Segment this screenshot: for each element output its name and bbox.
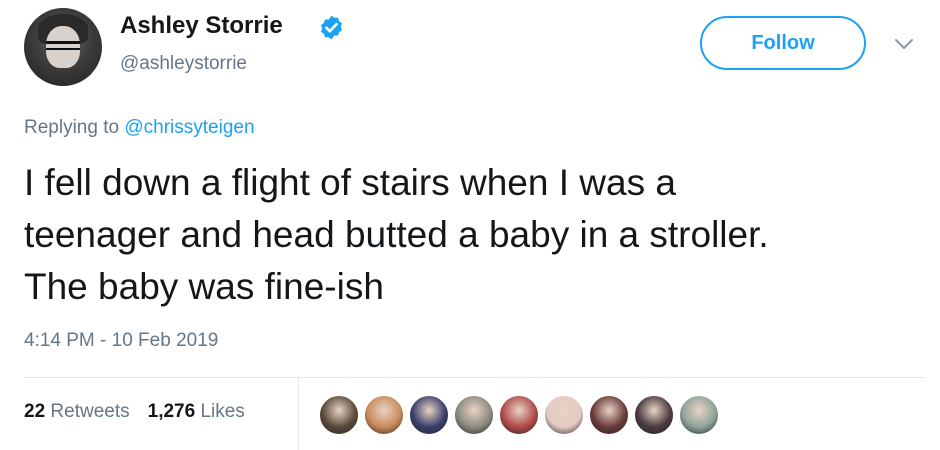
tweet-text-line: The baby was fine-ish bbox=[24, 266, 384, 307]
likes-label: Likes bbox=[200, 401, 245, 422]
timestamp[interactable]: 4:14 PM - 10 Feb 2019 bbox=[24, 330, 218, 352]
chevron-down-icon[interactable] bbox=[893, 34, 915, 54]
liker-avatar[interactable] bbox=[498, 394, 540, 436]
stats-separator bbox=[298, 378, 299, 450]
liker-avatar[interactable] bbox=[678, 394, 720, 436]
avatar-glasses bbox=[46, 41, 80, 50]
user-display-name[interactable]: Ashley Storrie bbox=[120, 12, 283, 40]
tweet-card: Ashley Storrie @ashleystorrie Follow Rep… bbox=[0, 0, 940, 450]
avatar[interactable] bbox=[24, 8, 102, 86]
liker-avatar[interactable] bbox=[318, 394, 360, 436]
liker-avatar[interactable] bbox=[408, 394, 450, 436]
tweet-stats: 22 Retweets 1,276 Likes bbox=[24, 401, 263, 423]
retweets-stat[interactable]: 22 Retweets bbox=[24, 401, 130, 422]
tweet-text: I fell down a flight of stairs when I wa… bbox=[24, 157, 924, 313]
retweets-count: 22 bbox=[24, 401, 46, 422]
likes-count: 1,276 bbox=[147, 401, 196, 422]
reply-context: Replying to @chrissyteigen bbox=[24, 117, 255, 139]
liker-avatar[interactable] bbox=[363, 394, 405, 436]
tweet-text-line: I fell down a flight of stairs when I wa… bbox=[24, 162, 676, 203]
retweets-label: Retweets bbox=[50, 401, 130, 422]
liker-avatar[interactable] bbox=[453, 394, 495, 436]
liker-avatar[interactable] bbox=[543, 394, 585, 436]
verified-badge-icon bbox=[321, 15, 342, 40]
liker-avatar[interactable] bbox=[633, 394, 675, 436]
reply-to-link[interactable]: @chrissyteigen bbox=[124, 117, 254, 138]
likes-stat[interactable]: 1,276 Likes bbox=[148, 401, 245, 422]
divider bbox=[24, 377, 924, 378]
user-handle[interactable]: @ashleystorrie bbox=[120, 53, 247, 75]
liker-avatar[interactable] bbox=[588, 394, 630, 436]
tweet-text-line: teenager and head butted a baby in a str… bbox=[24, 214, 769, 255]
follow-button[interactable]: Follow bbox=[700, 16, 866, 70]
reply-prefix: Replying to bbox=[24, 117, 125, 138]
